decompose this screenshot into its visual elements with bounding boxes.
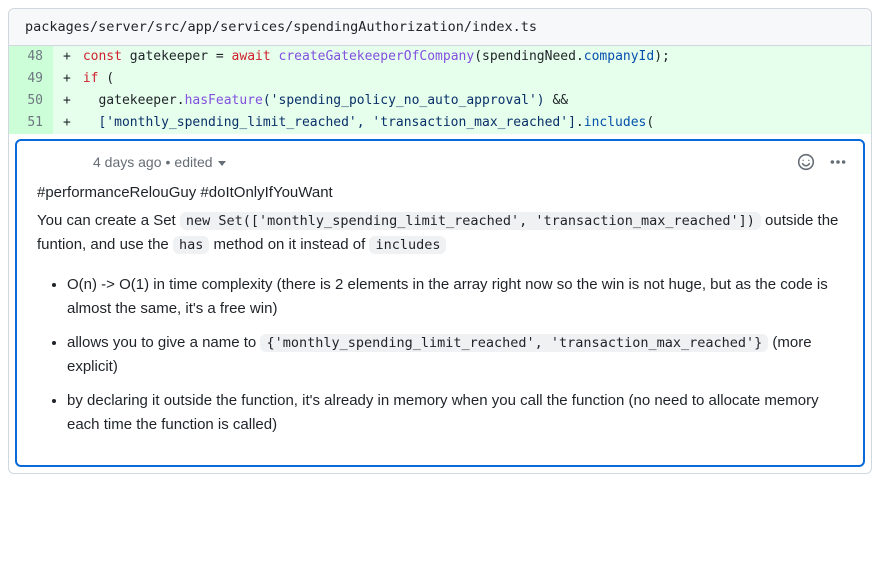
diff-line-51[interactable]: 51 + ['monthly_spending_limit_reached', … <box>9 112 871 134</box>
line-number: 48 <box>9 46 53 68</box>
more-actions-icon[interactable] <box>829 153 847 171</box>
comment-hashtags: #performanceRelouGuy #doItOnlyIfYouWant <box>37 181 843 205</box>
comment-timestamp[interactable]: 4 days ago <box>93 154 162 170</box>
inline-code: includes <box>369 236 446 254</box>
comment-actions <box>797 153 847 171</box>
line-code: gatekeeper.hasFeature('spending_policy_n… <box>77 90 871 112</box>
code-token: spendingNeed <box>482 49 576 64</box>
code-token: . <box>576 49 584 64</box>
line-marker: + <box>53 46 77 68</box>
diff-line-50[interactable]: 50 + gatekeeper.hasFeature('spending_pol… <box>9 90 871 112</box>
text: allows you to give a name to <box>67 334 260 351</box>
line-code: ['monthly_spending_limit_reached', 'tran… <box>77 112 871 134</box>
diff-table: 48 + const gatekeeper = await createGate… <box>9 46 871 134</box>
comment-paragraph: You can create a Set new Set(['monthly_s… <box>37 209 843 257</box>
code-token: createGatekeeperOfCompany <box>279 49 475 64</box>
diff-line-48[interactable]: 48 + const gatekeeper = await createGate… <box>9 46 871 68</box>
list-item: allows you to give a name to {'monthly_s… <box>67 331 843 379</box>
comment-bullet-list: O(n) -> O(1) in time complexity (there i… <box>37 273 843 437</box>
code-token: gatekeeper. <box>83 93 185 108</box>
inline-code: {'monthly_spending_limit_reached', 'tran… <box>260 334 768 352</box>
code-token: await <box>232 49 271 64</box>
code-token: const <box>83 49 122 64</box>
comment-header: 4 days ago • edited <box>77 145 863 179</box>
code-token: ('spending_policy_no_auto_approval') <box>263 93 545 108</box>
code-token: hasFeature <box>185 93 263 108</box>
code-token: companyId <box>584 49 654 64</box>
code-token: ( <box>98 71 114 86</box>
inline-code: new Set(['monthly_spending_limit_reached… <box>180 212 761 230</box>
text: You can create a Set <box>37 212 180 229</box>
line-number: 49 <box>9 68 53 90</box>
chevron-down-icon <box>218 161 226 166</box>
add-reaction-icon[interactable] <box>797 153 815 171</box>
code-token: ['monthly_spending_limit_reached', 'tran… <box>83 115 576 130</box>
code-token: ); <box>654 49 670 64</box>
diff-container: packages/server/src/app/services/spendin… <box>8 8 872 474</box>
code-token: if <box>83 71 99 86</box>
code-token: ( <box>474 49 482 64</box>
edited-label: edited <box>174 154 212 170</box>
meta-separator: • <box>166 154 171 170</box>
line-code: const gatekeeper = await createGatekeepe… <box>77 46 871 68</box>
code-token: gatekeeper <box>122 49 216 64</box>
comment-body: #performanceRelouGuy #doItOnlyIfYouWant … <box>17 179 863 437</box>
line-marker: + <box>53 68 77 90</box>
list-item: by declaring it outside the function, it… <box>67 389 843 437</box>
code-token: && <box>545 93 568 108</box>
comment-wrapper: 4 days ago • edited #performanceRelouGuy… <box>9 134 871 473</box>
inline-code: has <box>173 236 209 254</box>
list-item: O(n) -> O(1) in time complexity (there i… <box>67 273 843 321</box>
line-number: 51 <box>9 112 53 134</box>
file-path-header[interactable]: packages/server/src/app/services/spendin… <box>9 9 871 46</box>
line-marker: + <box>53 112 77 134</box>
review-comment: 4 days ago • edited #performanceRelouGuy… <box>15 139 865 467</box>
code-token: . <box>576 115 584 130</box>
line-code: if ( <box>77 68 871 90</box>
comment-meta: 4 days ago • edited <box>93 154 226 170</box>
text: method on it instead of <box>209 236 369 253</box>
diff-line-49[interactable]: 49 + if ( <box>9 68 871 90</box>
code-token: ( <box>646 115 654 130</box>
edited-dropdown[interactable]: edited <box>174 154 226 170</box>
line-marker: + <box>53 90 77 112</box>
code-token <box>271 49 279 64</box>
line-number: 50 <box>9 90 53 112</box>
code-token: includes <box>584 115 647 130</box>
code-token: = <box>216 49 232 64</box>
